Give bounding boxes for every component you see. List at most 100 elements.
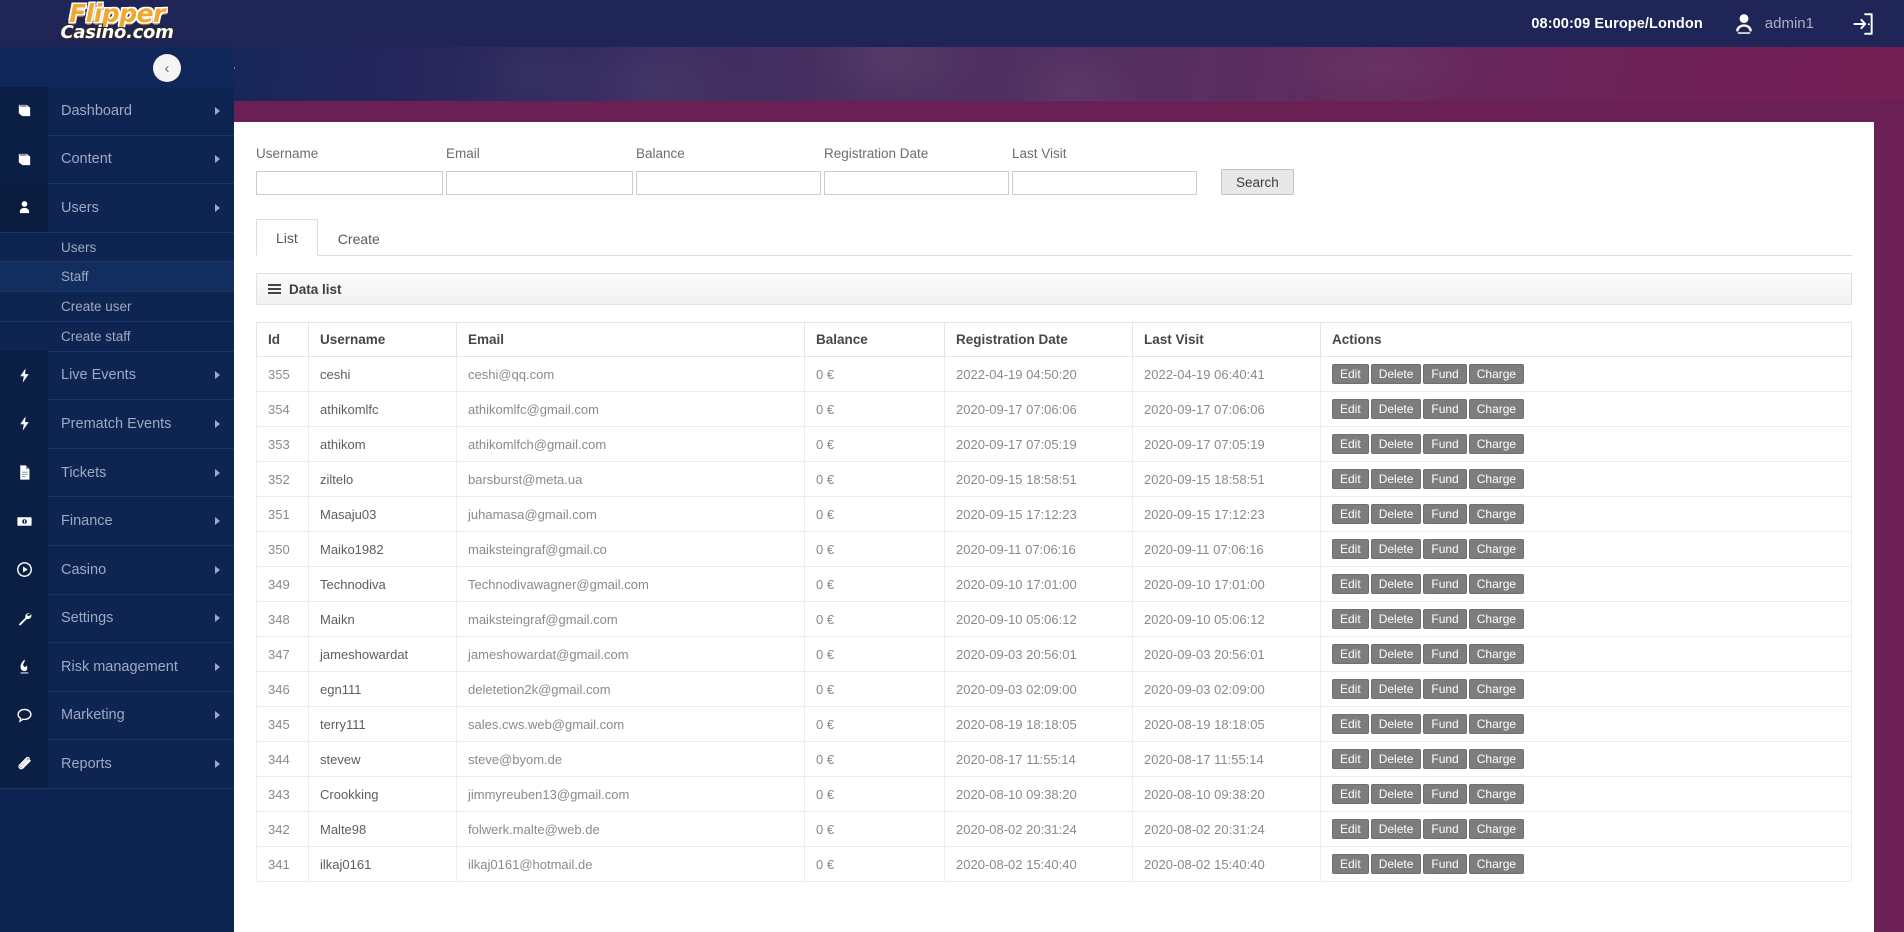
column-header-id[interactable]: Id (256, 322, 309, 357)
edit-button[interactable]: Edit (1332, 364, 1369, 384)
tab-create[interactable]: Create (318, 220, 400, 256)
fund-button[interactable]: Fund (1423, 539, 1467, 559)
user-menu[interactable]: admin1 (1717, 0, 1828, 47)
registration-date-input[interactable] (824, 171, 1009, 195)
charge-button[interactable]: Charge (1468, 539, 1525, 559)
balance-input[interactable] (636, 171, 821, 195)
sidebar-item-casino[interactable]: Casino (0, 545, 234, 595)
delete-button[interactable]: Delete (1370, 574, 1422, 594)
fund-button[interactable]: Fund (1423, 819, 1467, 839)
charge-button[interactable]: Charge (1468, 434, 1525, 454)
column-header-balance[interactable]: Balance (804, 322, 945, 357)
column-header-email[interactable]: Email (456, 322, 805, 357)
last-visit-input[interactable] (1012, 171, 1197, 195)
fund-button[interactable]: Fund (1423, 434, 1467, 454)
logout-button[interactable] (1828, 0, 1888, 47)
edit-button[interactable]: Edit (1332, 434, 1369, 454)
fund-button[interactable]: Fund (1423, 574, 1467, 594)
delete-button[interactable]: Delete (1370, 644, 1422, 664)
edit-button[interactable]: Edit (1332, 784, 1369, 804)
charge-button[interactable]: Charge (1468, 714, 1525, 734)
fund-button[interactable]: Fund (1423, 854, 1467, 874)
search-button[interactable]: Search (1221, 169, 1294, 195)
sidebar-item-finance[interactable]: Finance (0, 496, 234, 546)
cell-email: juhamasa@gmail.com (456, 496, 805, 532)
brand-logo[interactable]: Flipper Casino.com (0, 0, 234, 47)
delete-button[interactable]: Delete (1370, 399, 1422, 419)
charge-button[interactable]: Charge (1468, 469, 1525, 489)
edit-button[interactable]: Edit (1332, 854, 1369, 874)
charge-button[interactable]: Charge (1468, 364, 1525, 384)
delete-button[interactable]: Delete (1370, 749, 1422, 769)
edit-button[interactable]: Edit (1332, 714, 1369, 734)
edit-button[interactable]: Edit (1332, 504, 1369, 524)
sidebar-item-live-events[interactable]: Live Events (0, 351, 234, 401)
sidebar-item-risk-management[interactable]: Risk management (0, 642, 234, 692)
edit-button[interactable]: Edit (1332, 399, 1369, 419)
delete-button[interactable]: Delete (1370, 539, 1422, 559)
charge-button[interactable]: Charge (1468, 504, 1525, 524)
delete-button[interactable]: Delete (1370, 679, 1422, 699)
sidebar-subitem-users[interactable]: Users (0, 232, 234, 263)
delete-button[interactable]: Delete (1370, 714, 1422, 734)
delete-button[interactable]: Delete (1370, 854, 1422, 874)
delete-button[interactable]: Delete (1370, 504, 1422, 524)
fund-button[interactable]: Fund (1423, 749, 1467, 769)
cell-registration-date: 2020-08-17 11:55:14 (944, 741, 1133, 777)
cell-last-visit: 2020-08-19 18:18:05 (1132, 706, 1321, 742)
charge-button[interactable]: Charge (1468, 644, 1525, 664)
edit-button[interactable]: Edit (1332, 574, 1369, 594)
charge-button[interactable]: Charge (1468, 784, 1525, 804)
charge-button[interactable]: Charge (1468, 679, 1525, 699)
sidebar-item-reports[interactable]: Reports (0, 739, 234, 789)
edit-button[interactable]: Edit (1332, 819, 1369, 839)
sidebar-item-dashboard[interactable]: Dashboard (0, 86, 234, 136)
column-header-registration-date[interactable]: Registration Date (944, 322, 1133, 357)
charge-button[interactable]: Charge (1468, 609, 1525, 629)
edit-button[interactable]: Edit (1332, 539, 1369, 559)
delete-button[interactable]: Delete (1370, 609, 1422, 629)
edit-button[interactable]: Edit (1332, 749, 1369, 769)
sidebar-subitem-create-staff[interactable]: Create staff (0, 321, 234, 352)
charge-button[interactable]: Charge (1468, 574, 1525, 594)
sidebar-item-users[interactable]: Users (0, 183, 234, 233)
username-input[interactable] (256, 171, 443, 195)
fund-button[interactable]: Fund (1423, 504, 1467, 524)
fund-button[interactable]: Fund (1423, 364, 1467, 384)
fund-button[interactable]: Fund (1423, 784, 1467, 804)
sidebar-item-content[interactable]: Content (0, 135, 234, 185)
charge-button[interactable]: Charge (1468, 819, 1525, 839)
sidebar-item-marketing[interactable]: Marketing (0, 691, 234, 741)
sidebar-collapse-button[interactable]: ‹ (153, 54, 181, 82)
fund-button[interactable]: Fund (1423, 644, 1467, 664)
sidebar-item-settings[interactable]: Settings (0, 594, 234, 644)
column-header-last-visit[interactable]: Last Visit (1132, 322, 1321, 357)
charge-button[interactable]: Charge (1468, 749, 1525, 769)
sidebar-item-prematch-events[interactable]: Prematch Events (0, 399, 234, 449)
column-header-username[interactable]: Username (308, 322, 457, 357)
email-input[interactable] (446, 171, 633, 195)
fund-button[interactable]: Fund (1423, 469, 1467, 489)
delete-button[interactable]: Delete (1370, 364, 1422, 384)
fund-button[interactable]: Fund (1423, 679, 1467, 699)
server-clock: 08:00:09 Europe/London (1531, 15, 1703, 32)
delete-button[interactable]: Delete (1370, 819, 1422, 839)
edit-button[interactable]: Edit (1332, 679, 1369, 699)
tab-list[interactable]: List (256, 219, 318, 256)
sidebar-subitem-create-user[interactable]: Create user (0, 292, 234, 322)
fund-button[interactable]: Fund (1423, 609, 1467, 629)
fund-button[interactable]: Fund (1423, 714, 1467, 734)
sidebar-subitem-staff[interactable]: Staff (0, 262, 234, 293)
charge-button[interactable]: Charge (1468, 854, 1525, 874)
table-row: 344 stevew steve@byom.de 0 €2020-08-17 11:5… (256, 741, 1852, 777)
edit-button[interactable]: Edit (1332, 609, 1369, 629)
fund-button[interactable]: Fund (1423, 399, 1467, 419)
edit-button[interactable]: Edit (1332, 644, 1369, 664)
edit-button[interactable]: Edit (1332, 469, 1369, 489)
delete-button[interactable]: Delete (1370, 434, 1422, 454)
sidebar-item-tickets[interactable]: Tickets (0, 448, 234, 498)
delete-button[interactable]: Delete (1370, 784, 1422, 804)
charge-button[interactable]: Charge (1468, 399, 1525, 419)
filter-registration-date: Registration Date (824, 146, 1009, 195)
delete-button[interactable]: Delete (1370, 469, 1422, 489)
